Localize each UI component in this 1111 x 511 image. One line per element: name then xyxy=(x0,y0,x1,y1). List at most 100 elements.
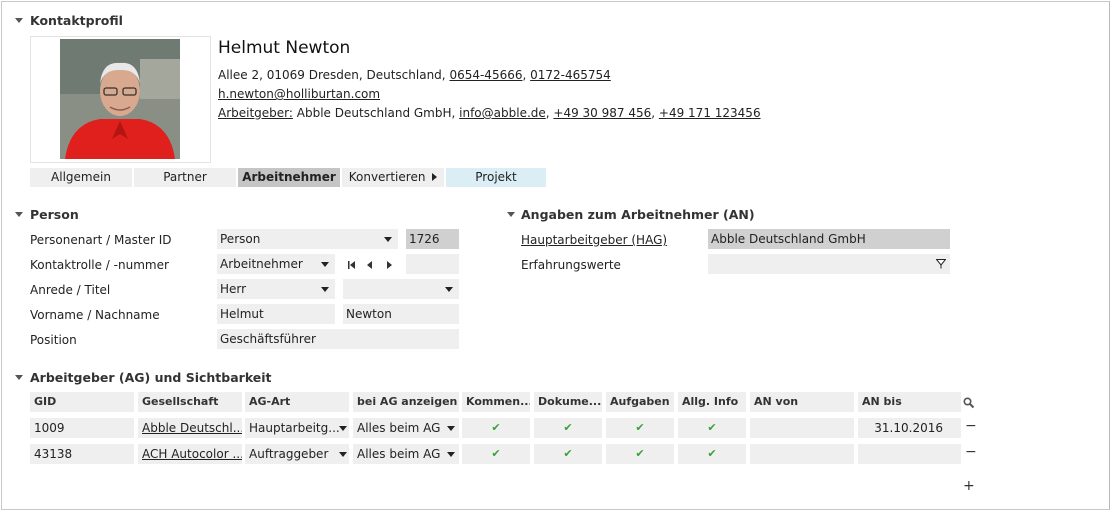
employer-name: Abble Deutschland GmbH, xyxy=(296,106,456,120)
collapse-triangle-icon[interactable] xyxy=(15,18,23,23)
vorname-input[interactable]: Helmut xyxy=(217,304,335,324)
position-input[interactable]: Geschäftsführer xyxy=(217,329,459,349)
email-line: h.newton@holliburtan.com xyxy=(218,87,380,101)
email-link[interactable]: h.newton@holliburtan.com xyxy=(218,87,380,101)
contact-address: Allee 2, 01069 Dresden, Deutschland, xyxy=(218,68,446,82)
label-erfahrungswerte: Erfahrungswerte xyxy=(521,258,621,272)
label-position: Position xyxy=(30,333,77,347)
label-kontaktrolle: Kontaktrolle / -nummer xyxy=(30,258,169,272)
tab-arbeitnehmer[interactable]: Arbeitnehmer xyxy=(238,168,340,187)
table-cell-an-von[interactable] xyxy=(750,418,854,438)
label-anrede: Anrede / Titel xyxy=(30,283,111,297)
column-header-ag-art[interactable]: AG-Art xyxy=(245,392,349,412)
funnel-icon xyxy=(936,259,946,269)
tab-allgemein[interactable]: Allgemein xyxy=(30,168,132,187)
ag-art-value: Auftraggeber xyxy=(249,447,329,461)
employer-email-link[interactable]: info@abble.de xyxy=(459,106,546,120)
personenart-select[interactable]: Person xyxy=(217,229,398,249)
tab-konvertieren[interactable]: Konvertieren xyxy=(342,168,444,187)
chevron-down-icon xyxy=(447,426,455,431)
remove-row-button[interactable]: − xyxy=(965,444,977,460)
remove-row-button[interactable]: − xyxy=(965,418,977,434)
table-cell-an-bis[interactable] xyxy=(858,444,961,464)
titel-select[interactable] xyxy=(343,279,459,299)
add-row-button[interactable]: + xyxy=(963,478,975,494)
anrede-value: Herr xyxy=(220,282,247,296)
collapse-triangle-icon[interactable] xyxy=(15,375,23,380)
employer-line: Arbeitgeber: Abble Deutschland GmbH, inf… xyxy=(218,106,761,120)
role-number-field[interactable] xyxy=(406,254,459,274)
checkmark-icon[interactable]: ✔ xyxy=(462,444,530,464)
checkmark-icon[interactable]: ✔ xyxy=(606,418,674,438)
employer-label-link[interactable]: Arbeitgeber: xyxy=(218,106,293,120)
section-title-person: Person xyxy=(30,207,79,222)
table-cell-company-link[interactable]: Abble Deutschl... xyxy=(138,418,242,438)
nachname-input[interactable]: Newton xyxy=(343,304,459,324)
column-header-aufgaben[interactable]: Aufgaben xyxy=(606,392,674,412)
section-title-arbeitgeber: Arbeitgeber (AG) und Sichtbarkeit xyxy=(30,370,272,385)
profile-photo-frame xyxy=(30,36,211,163)
column-header-gid[interactable]: GID xyxy=(30,392,134,412)
contact-address-line: Allee 2, 01069 Dresden, Deutschland, 065… xyxy=(218,68,611,82)
table-cell-gid: 43138 xyxy=(30,444,134,464)
profile-photo xyxy=(60,39,180,159)
personenart-value: Person xyxy=(220,232,261,246)
column-header-dokumente[interactable]: Dokume... xyxy=(534,392,602,412)
phone-link-1[interactable]: 0654-45666 xyxy=(449,68,522,82)
master-id-field[interactable]: 1726 xyxy=(406,229,459,249)
section-title-angaben: Angaben zum Arbeitnehmer (AN) xyxy=(521,207,755,222)
tab-projekt[interactable]: Projekt xyxy=(446,168,546,187)
table-cell-an-von[interactable] xyxy=(750,444,854,464)
collapse-triangle-icon[interactable] xyxy=(507,212,515,217)
kontaktrolle-select[interactable]: Arbeitnehmer xyxy=(217,254,335,274)
nav-arrows-icon[interactable] xyxy=(347,259,397,271)
ag-art-select[interactable]: Hauptarbeitg... xyxy=(245,418,349,438)
column-header-allg-info[interactable]: Allg. Info xyxy=(678,392,746,412)
erfahrungswerte-select[interactable] xyxy=(708,254,950,274)
checkmark-icon[interactable]: ✔ xyxy=(678,444,746,464)
employer-phone-link-2[interactable]: +49 171 123456 xyxy=(659,106,761,120)
ag-art-select[interactable]: Auftraggeber xyxy=(245,444,349,464)
table-cell-an-bis[interactable]: 31.10.2016 xyxy=(858,418,961,438)
hauptarbeitgeber-link[interactable]: Hauptarbeitgeber (HAG) xyxy=(521,233,667,247)
show-at-ag-select[interactable]: Alles beim AG xyxy=(353,418,459,438)
chevron-down-icon xyxy=(321,262,329,267)
checkmark-icon[interactable]: ✔ xyxy=(534,444,602,464)
hauptarbeitgeber-field[interactable]: Abble Deutschland GmbH xyxy=(708,229,950,249)
checkmark-icon[interactable]: ✔ xyxy=(606,444,674,464)
contact-name: Helmut Newton xyxy=(218,38,351,58)
chevron-down-icon xyxy=(339,452,347,457)
column-header-gesellschaft[interactable]: Gesellschaft xyxy=(138,392,242,412)
phone-link-2[interactable]: 0172-465754 xyxy=(530,68,611,82)
tab-partner[interactable]: Partner xyxy=(134,168,236,187)
anrede-select[interactable]: Herr xyxy=(217,279,335,299)
checkmark-icon[interactable]: ✔ xyxy=(462,418,530,438)
chevron-down-icon xyxy=(447,452,455,457)
column-header-an-bis[interactable]: AN bis xyxy=(858,392,961,412)
label-personenart: Personenart / Master ID xyxy=(30,233,172,247)
show-at-ag-value: Alles beim AG xyxy=(357,421,441,435)
employer-phone-link-1[interactable]: +49 30 987 456 xyxy=(553,106,651,120)
chevron-down-icon xyxy=(384,237,392,242)
search-icon[interactable] xyxy=(963,397,975,409)
chevron-down-icon xyxy=(339,426,347,431)
submenu-arrow-icon xyxy=(432,173,438,181)
kontaktrolle-value: Arbeitnehmer xyxy=(220,257,303,271)
label-name: Vorname / Nachname xyxy=(30,308,160,322)
column-header-an-von[interactable]: AN von xyxy=(750,392,854,412)
show-at-ag-select[interactable]: Alles beim AG xyxy=(353,444,459,464)
checkmark-icon[interactable]: ✔ xyxy=(534,418,602,438)
record-navigator xyxy=(347,259,397,271)
chevron-down-icon xyxy=(445,287,453,292)
column-header-kommentare[interactable]: Kommen... xyxy=(462,392,530,412)
section-title-kontaktprofil: Kontaktprofil xyxy=(30,13,123,28)
table-cell-gid: 1009 xyxy=(30,418,134,438)
column-header-bei-ag-anzeigen[interactable]: bei AG anzeigen xyxy=(353,392,459,412)
chevron-down-icon xyxy=(321,287,329,292)
table-cell-company-link[interactable]: ACH Autocolor ... xyxy=(138,444,242,464)
checkmark-icon[interactable]: ✔ xyxy=(678,418,746,438)
collapse-triangle-icon[interactable] xyxy=(15,212,23,217)
ag-art-value: Hauptarbeitg... xyxy=(249,421,340,435)
show-at-ag-value: Alles beim AG xyxy=(357,447,441,461)
tab-konvertieren-label: Konvertieren xyxy=(348,170,426,184)
